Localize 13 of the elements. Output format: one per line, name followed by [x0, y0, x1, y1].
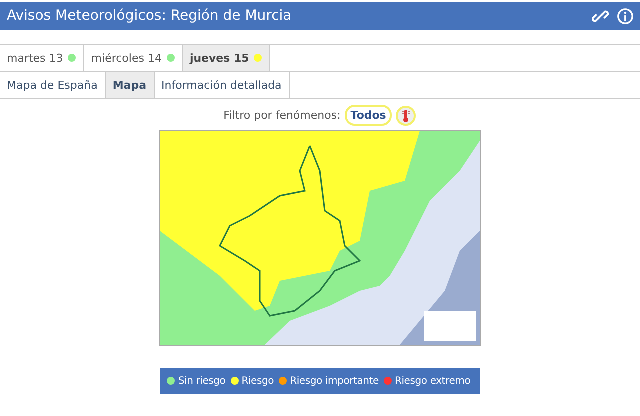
- window-title: Avisos Meteorológicos: Región de Murcia: [7, 8, 292, 24]
- view-tab[interactable]: Información detallada: [154, 72, 290, 98]
- filter-label: Filtro por fenómenos:: [224, 109, 341, 122]
- day-tab[interactable]: jueves 15: [182, 45, 270, 71]
- legend-label: Riesgo extremo: [394, 376, 471, 386]
- filter-option[interactable]: Todos: [344, 105, 392, 126]
- legend-label: Riesgo importante: [290, 376, 379, 386]
- view-tab[interactable]: Mapa: [106, 72, 154, 98]
- info-icon[interactable]: [617, 8, 634, 24]
- legend-label: Riesgo: [242, 376, 274, 386]
- thermometer-icon: [401, 108, 412, 122]
- thermometer-button[interactable]: [396, 106, 416, 126]
- legend-label: Sin riesgo: [178, 376, 226, 386]
